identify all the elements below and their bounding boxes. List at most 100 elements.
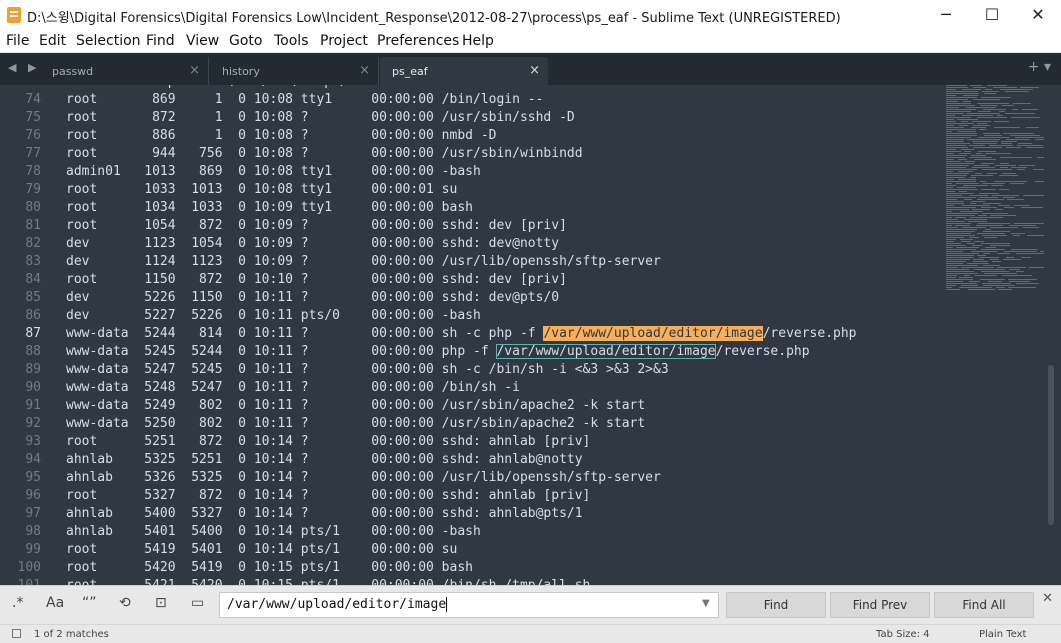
minimap-stroke: [946, 181, 976, 182]
menu-find[interactable]: Find: [146, 33, 175, 49]
code-line: 79 root 1033 1013 0 10:08 tty1 00:00:01 s…: [0, 181, 940, 199]
minimap-stroke: [946, 183, 952, 184]
line-number: 88: [25, 344, 41, 359]
line-number: 76: [25, 128, 41, 143]
vertical-scrollbar[interactable]: [1048, 365, 1054, 525]
case-sensitive-toggle-icon[interactable]: Aa: [46, 595, 64, 611]
minimap-stroke: [962, 89, 981, 90]
wrap-toggle-icon[interactable]: ⟲: [119, 595, 131, 611]
minimap-stroke: [1015, 137, 1044, 138]
syntax-indicator[interactable]: Plain Text: [979, 629, 1026, 640]
minimap-stroke: [957, 119, 978, 120]
tab-close-icon[interactable]: ×: [529, 63, 540, 78]
tab-close-icon[interactable]: ×: [359, 63, 370, 78]
minimap-stroke: [1022, 109, 1038, 110]
minimap-stroke: [1000, 163, 1009, 164]
minimap-stroke: [946, 145, 966, 146]
minimap-stroke: [1010, 135, 1040, 136]
minimap-stroke: [946, 281, 963, 282]
minimap-stroke: [946, 267, 958, 268]
minimap-stroke: [946, 277, 956, 278]
close-find-panel-icon[interactable]: ✕: [1042, 591, 1053, 606]
line-number: 90: [25, 380, 41, 395]
tab-passwd[interactable]: passwd ×: [40, 57, 209, 85]
find-history-dropdown-icon[interactable]: ▼: [702, 598, 710, 609]
menu-file[interactable]: File: [6, 33, 29, 49]
new-tab-menu-icon[interactable]: + ▾: [1028, 59, 1051, 75]
menu-preferences[interactable]: Preferences: [377, 33, 459, 49]
tab-nav-arrows-icon[interactable]: ◀ ▶: [8, 61, 40, 74]
code-line: 87 www-data 5244 814 0 10:11 ? 00:00:00 s…: [0, 325, 940, 343]
minimap-stroke: [963, 185, 988, 186]
menu-help[interactable]: Help: [462, 33, 494, 49]
in-selection-toggle-icon[interactable]: ⊡: [155, 595, 167, 611]
minimap-stroke: [946, 249, 976, 250]
regex-toggle-icon[interactable]: .*: [12, 595, 23, 611]
code-line: 81 root 1054 872 0 10:09 ? 00:00:00 sshd:…: [0, 217, 940, 235]
highlight-matches-toggle-icon[interactable]: ▭: [191, 595, 204, 611]
menu-goto[interactable]: Goto: [229, 33, 262, 49]
minimap-stroke: [977, 255, 986, 256]
minimap-stroke: [1003, 133, 1034, 134]
menu-tools[interactable]: Tools: [274, 33, 309, 49]
minimap-stroke: [946, 283, 977, 284]
minimap-stroke: [946, 211, 952, 212]
code-line: 101 root 5421 5420 0 10:15 pts/1 00:00:00…: [0, 577, 940, 585]
minimap-stroke: [971, 251, 997, 252]
minimap[interactable]: [946, 85, 1046, 295]
line-number: 81: [25, 218, 41, 233]
minimap-stroke: [1002, 173, 1016, 174]
menu-project[interactable]: Project: [320, 33, 368, 49]
minimap-stroke: [972, 245, 982, 246]
minimap-stroke: [1005, 91, 1029, 92]
minimap-stroke: [946, 175, 967, 176]
minimap-stroke: [982, 183, 1005, 184]
code-text: dev 5226 1150 0 10:11 ? 00:00:00 sshd: d…: [66, 290, 560, 305]
minimap-stroke: [985, 229, 991, 230]
minimap-stroke: [981, 97, 1011, 98]
tab-size-indicator[interactable]: Tab Size: 4: [876, 629, 930, 640]
tab-close-icon[interactable]: ×: [189, 63, 200, 78]
minimap-stroke: [946, 207, 976, 208]
menu-edit[interactable]: Edit: [39, 33, 66, 49]
tab-ps-eaf[interactable]: ps_eaf ×: [380, 57, 548, 85]
minimap-stroke: [946, 203, 964, 204]
find-all-button[interactable]: Find All: [934, 592, 1034, 618]
minimap-stroke: [985, 89, 992, 90]
code-text: root 1054 872 0 10:09 ? 00:00:00 sshd: d…: [66, 218, 567, 233]
minimize-button[interactable]: ─: [923, 0, 969, 30]
minimap-stroke: [985, 247, 996, 248]
minimap-stroke: [990, 227, 1018, 228]
code-text: root 872 1 0 10:08 ? 00:00:00 /usr/sbin/…: [66, 110, 575, 125]
minimap-stroke: [946, 167, 966, 168]
minimap-stroke: [981, 249, 1005, 250]
editor-pane[interactable]: ancient.echo.pid 17 /var/lib/dhcp3/dhcli…: [0, 85, 1061, 585]
tab-history[interactable]: history ×: [210, 57, 379, 85]
menu-selection[interactable]: Selection: [76, 33, 141, 49]
code-line: 94 ahnlab 5325 5251 0 10:14 ? 00:00:00 ss…: [0, 451, 940, 469]
find-prev-button[interactable]: Find Prev: [830, 592, 930, 618]
close-window-button[interactable]: ✕: [1015, 0, 1061, 30]
maximize-button[interactable]: ☐: [969, 0, 1015, 30]
line-number: 80: [25, 200, 41, 215]
find-panel: .* Aa “” ⟲ ⊡ ▭ /var/www/upload/editor/im…: [0, 585, 1061, 624]
line-number: 82: [25, 236, 41, 251]
minimap-stroke: [957, 187, 976, 188]
whole-word-toggle-icon[interactable]: “”: [82, 595, 97, 611]
minimap-stroke: [983, 253, 990, 254]
minimap-stroke: [946, 237, 964, 238]
find-button[interactable]: Find: [726, 592, 826, 618]
line-number: 91: [25, 398, 41, 413]
line-number: 85: [25, 290, 41, 305]
code-text: ahnlab 5400 5327 0 10:14 ? 00:00:00 sshd…: [66, 506, 583, 521]
tab-label: ps_eaf: [392, 65, 428, 78]
minimap-stroke: [946, 223, 971, 224]
find-input[interactable]: /var/www/upload/editor/image: [219, 592, 719, 618]
menu-view[interactable]: View: [186, 33, 219, 49]
code-line: 77 root 944 756 0 10:08 ? 00:00:00 /usr/s…: [0, 145, 940, 163]
minimap-stroke: [946, 119, 954, 120]
minimap-stroke: [982, 213, 1008, 214]
minimap-stroke: [1004, 251, 1037, 252]
minimap-stroke: [990, 215, 1016, 216]
panel-toggle-icon[interactable]: [12, 629, 21, 638]
